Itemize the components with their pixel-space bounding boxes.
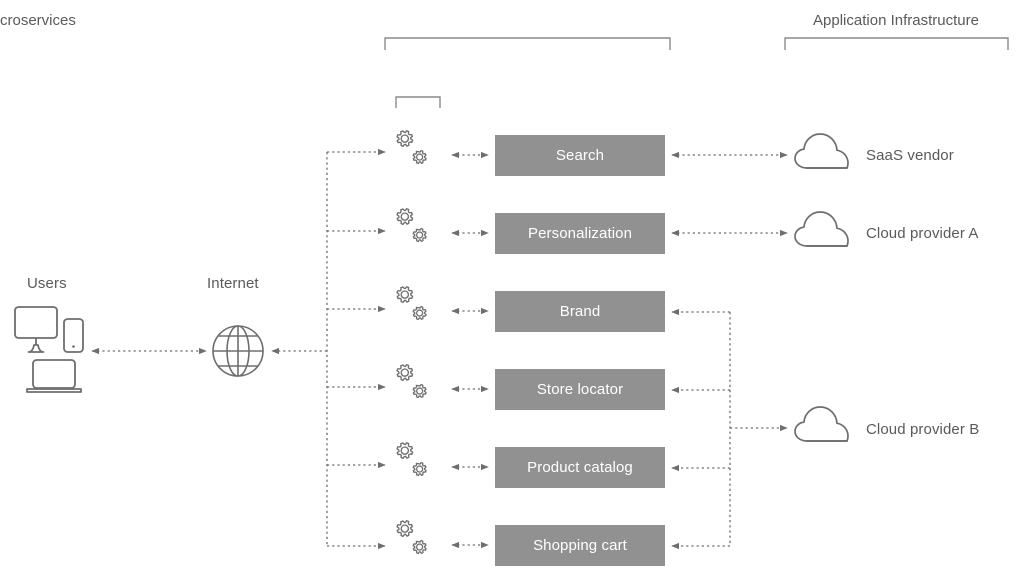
api-gears-personalization <box>396 208 427 243</box>
api-gears-store-locator <box>396 364 427 399</box>
mobile-phone-icon <box>63 318 84 353</box>
laptop-icon <box>26 359 82 393</box>
bracket-apis <box>395 96 441 108</box>
api-gears-brand <box>396 286 427 321</box>
diagram-connectors <box>14 37 1009 555</box>
bracket-app-infrastructure <box>784 37 1009 50</box>
api-gears-shopping-cart <box>396 520 427 555</box>
desktop-monitor-icon <box>14 306 58 353</box>
diagram-canvas: Microservices APIs Application Infrastru… <box>0 0 1024 584</box>
cloud-icon-saas-vendor <box>794 133 849 169</box>
globe-icon <box>212 325 264 377</box>
api-gears-product-catalog <box>396 442 427 477</box>
cloud-icon-cloud-provider-b <box>794 406 849 442</box>
api-gears-search <box>396 130 427 165</box>
cloud-icon-cloud-provider-a <box>794 211 849 247</box>
bracket-microservices <box>384 37 671 50</box>
